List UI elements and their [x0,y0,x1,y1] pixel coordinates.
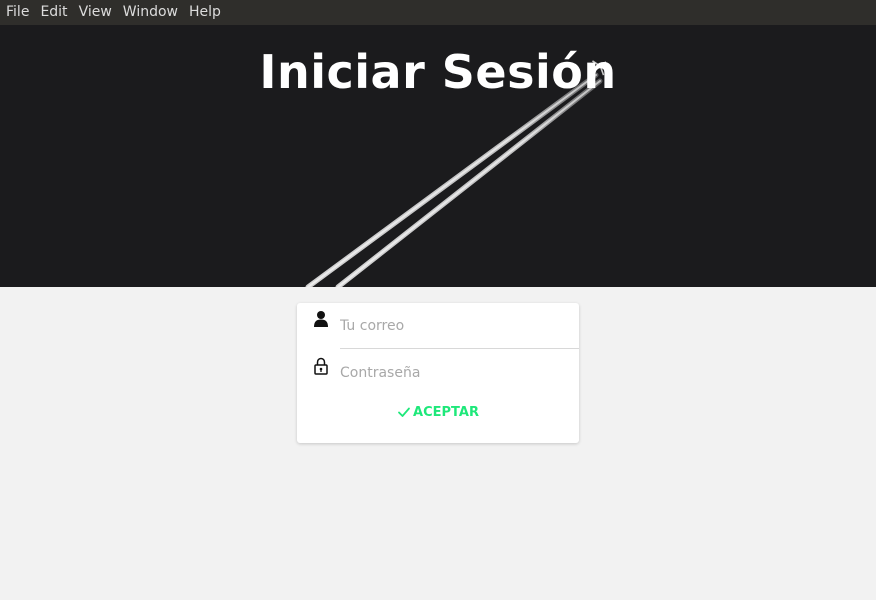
email-underline [340,348,579,349]
user-icon [314,311,328,327]
menu-window[interactable]: Window [123,0,178,25]
email-input[interactable] [340,309,579,343]
accept-button-label: ACEPTAR [413,404,479,420]
login-card: ACEPTAR [297,303,579,443]
menu-bar: File Edit View Window Help [0,0,876,25]
menu-view[interactable]: View [79,0,112,25]
password-field-row [297,350,579,390]
email-field-row [297,303,579,349]
accept-button[interactable]: ACEPTAR [297,401,579,423]
lock-icon [314,357,328,375]
menu-edit[interactable]: Edit [40,0,67,25]
checkmark-icon [398,407,410,417]
page-title: Iniciar Sesión [259,45,617,99]
menu-file[interactable]: File [6,0,29,25]
menu-help[interactable]: Help [189,0,221,25]
hero-banner: Iniciar Sesión [0,25,876,287]
password-input[interactable] [340,356,579,390]
